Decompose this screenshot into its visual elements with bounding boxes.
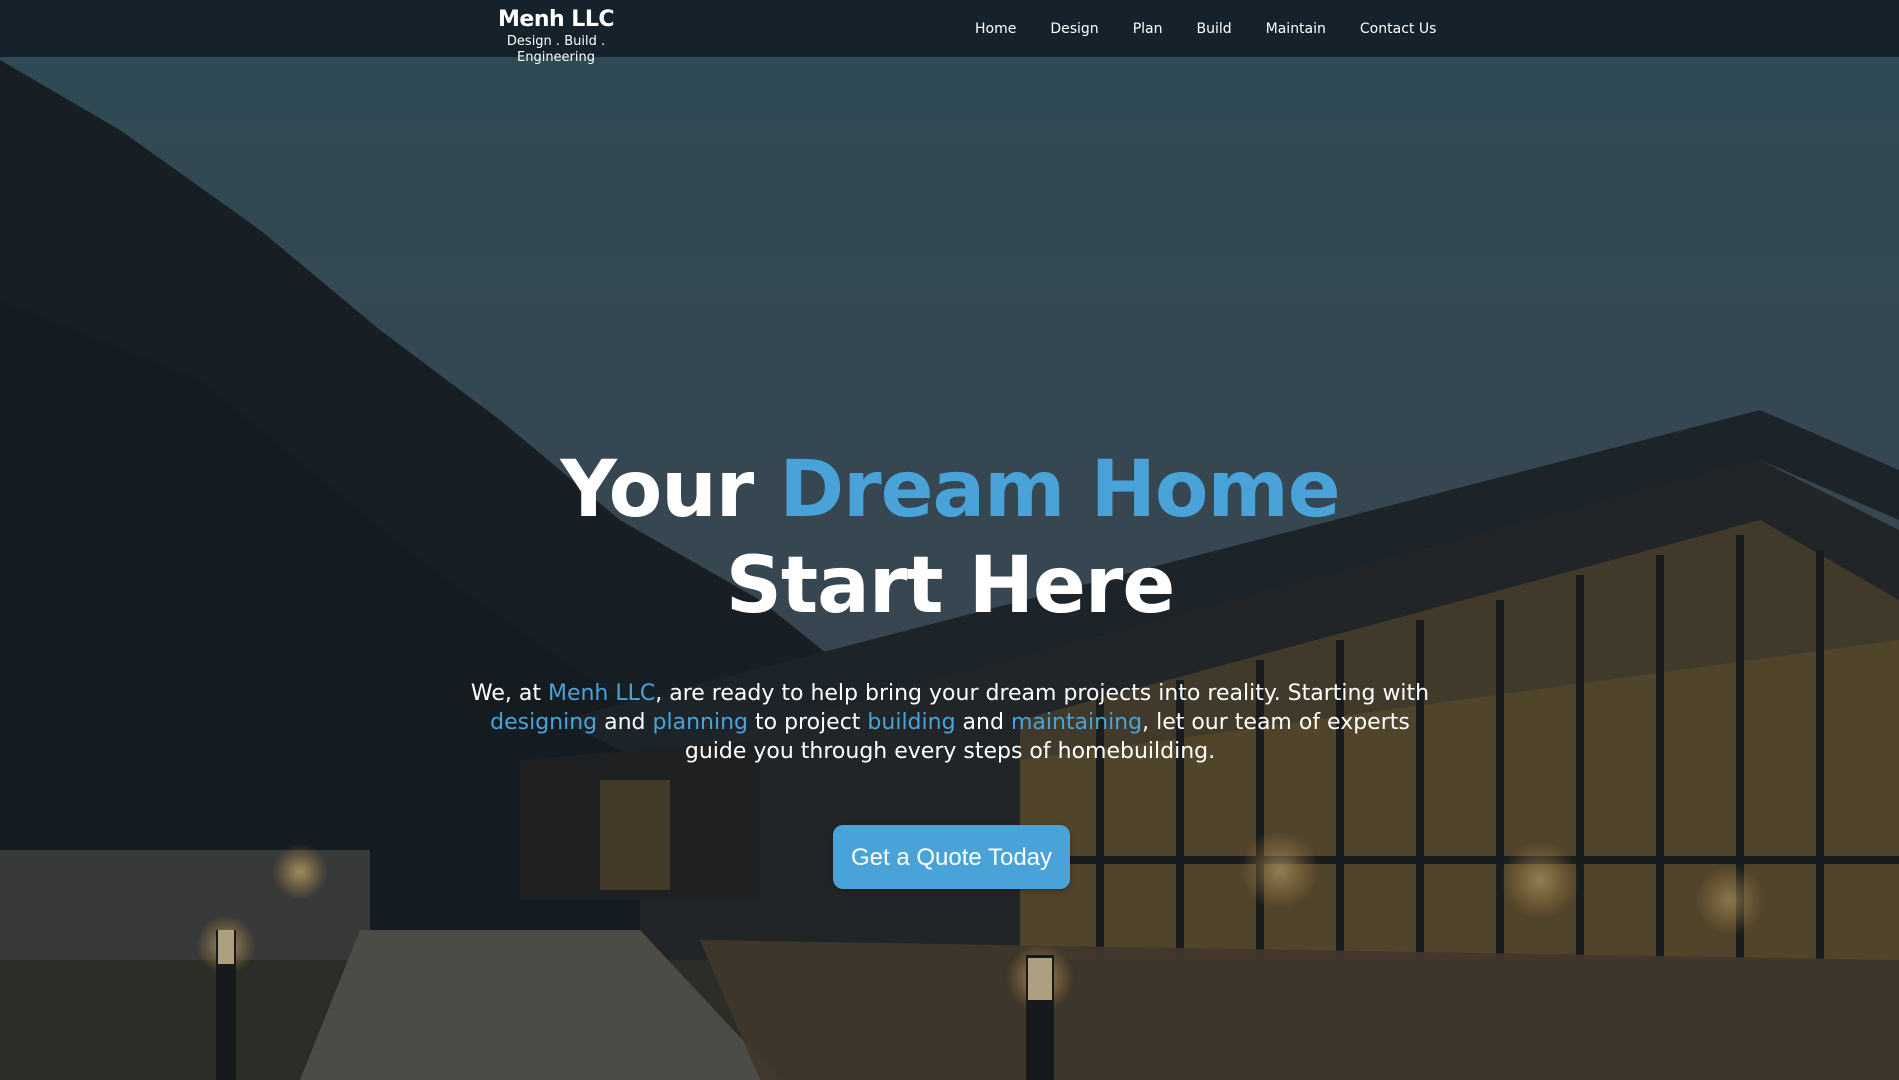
intro-text-2: , are ready to help bring your dream pro… (655, 681, 1430, 706)
brand-logo[interactable]: Menh LLC Design . Build . Engineering (471, 6, 641, 66)
brand-name: Menh LLC (498, 7, 614, 32)
intro-text-1: We, at (470, 681, 548, 706)
hero-section: Your Dream Home Start Here We, at Menh L… (0, 0, 1899, 1080)
brand-tagline: Design . Build . Engineering (506, 34, 606, 65)
nav-build[interactable]: Build (1196, 19, 1231, 39)
intro-accent-building: building (867, 710, 956, 735)
nav-design[interactable]: Design (1050, 19, 1098, 39)
main-nav: Home Design Plan Build Maintain Contact … (975, 19, 1470, 39)
hero-intro: We, at Menh LLC, are ready to help bring… (460, 679, 1440, 766)
hero-headline: Your Dream Home Start Here (480, 442, 1420, 634)
intro-accent-maintaining: maintaining (1010, 710, 1143, 735)
nav-home[interactable]: Home (975, 19, 1016, 39)
headline-part1: Your (560, 445, 780, 536)
intro-accent-planning: planning (652, 710, 748, 735)
get-quote-button[interactable]: Get a Quote Today (833, 825, 1070, 889)
intro-text-5: and (955, 710, 1011, 735)
nav-plan[interactable]: Plan (1133, 19, 1163, 39)
headline-part2: Start Here (725, 541, 1176, 632)
intro-accent-company: Menh LLC (547, 681, 656, 706)
navbar: Menh LLC Design . Build . Engineering Ho… (0, 0, 1899, 65)
nav-contact-us[interactable]: Contact Us (1360, 19, 1436, 39)
intro-text-3: and (597, 710, 653, 735)
page: Menh LLC Design . Build . Engineering Ho… (0, 0, 1899, 1080)
headline-accent: Dream Home (779, 445, 1340, 536)
nav-maintain[interactable]: Maintain (1266, 19, 1326, 39)
intro-accent-designing: designing (490, 710, 598, 735)
intro-text-4: to project (748, 710, 868, 735)
